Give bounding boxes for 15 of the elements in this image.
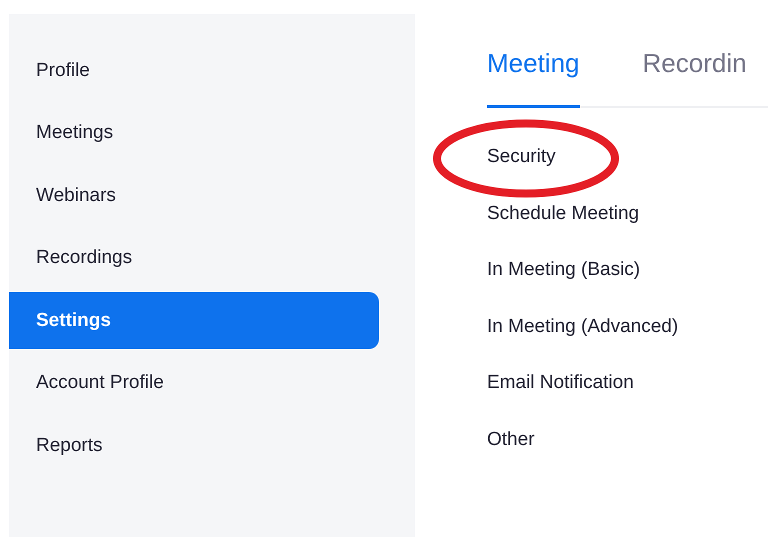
- settings-section-link[interactable]: Other: [487, 428, 535, 451]
- sidebar-item[interactable]: Profile: [9, 42, 379, 99]
- tab[interactable]: Meeting: [487, 45, 580, 108]
- sidebar-item[interactable]: Meetings: [9, 104, 379, 162]
- settings-section-link[interactable]: Email Notification: [487, 372, 634, 394]
- sidebar-item[interactable]: Settings: [9, 292, 379, 349]
- settings-section-link[interactable]: In Meeting (Basic): [487, 259, 640, 282]
- settings-section-link[interactable]: Schedule Meeting: [487, 202, 640, 225]
- tab[interactable]: Recordin: [642, 45, 747, 108]
- sidebar-item[interactable]: Account Profile: [9, 354, 379, 412]
- settings-section-link[interactable]: Security: [487, 146, 556, 168]
- sidebar-item[interactable]: Recordings: [9, 230, 379, 286]
- settings-section-link[interactable]: In Meeting (Advanced): [487, 316, 678, 338]
- sidebar-item[interactable]: Reports: [9, 417, 379, 474]
- sidebar-item[interactable]: Webinars: [9, 167, 379, 224]
